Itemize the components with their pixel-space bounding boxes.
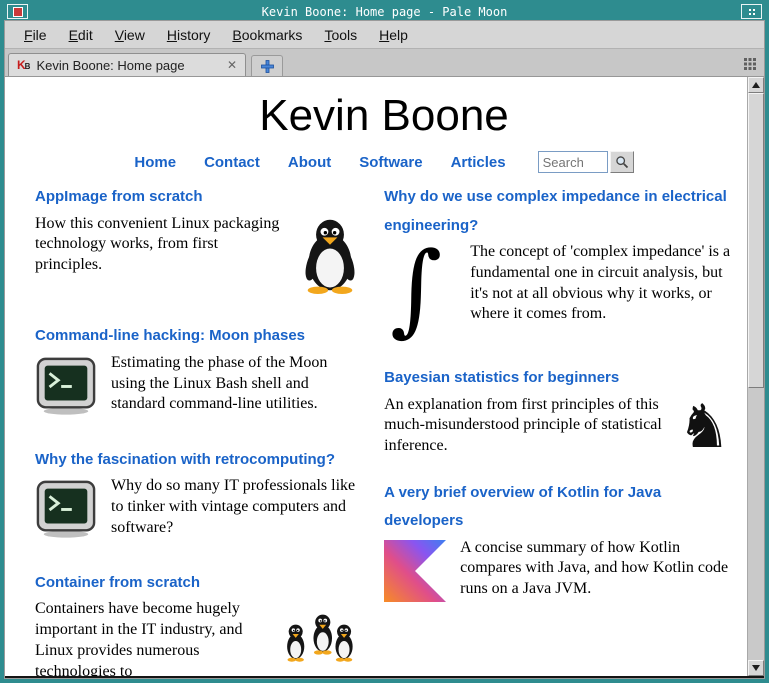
article-appimage: AppImage from scratch bbox=[35, 183, 364, 304]
title-bar: Kevin Boone: Home page - Pale Moon bbox=[4, 3, 765, 20]
plus-icon bbox=[261, 60, 274, 73]
kb-favicon-icon: KB bbox=[17, 59, 30, 71]
article-container: Container from scratch bbox=[35, 569, 364, 676]
menu-bookmarks[interactable]: Bookmarks bbox=[221, 23, 313, 47]
window-bottom-edge bbox=[5, 676, 764, 678]
article-retrocomputing: Why the fascination with retrocomputing? bbox=[35, 446, 364, 551]
left-column: AppImage from scratch bbox=[35, 183, 364, 676]
tab-grid-icon bbox=[744, 58, 756, 70]
search-input[interactable] bbox=[538, 151, 608, 173]
penguin-group-image bbox=[284, 601, 362, 674]
browser-window: Kevin Boone: Home page - Pale Moon File … bbox=[0, 0, 769, 683]
article-kotlin: A very brief overview of Kotlin for Java… bbox=[384, 479, 733, 613]
menu-bar: File Edit View History Bookmarks Tools H… bbox=[5, 21, 764, 48]
kotlin-logo-image bbox=[384, 540, 446, 609]
article-title-link[interactable]: AppImage from scratch bbox=[35, 183, 364, 212]
article-bayesian: Bayesian statistics for beginners ♞ An e… bbox=[384, 364, 733, 461]
window-title: Kevin Boone: Home page - Pale Moon bbox=[28, 5, 741, 19]
new-tab-button[interactable] bbox=[251, 55, 283, 76]
menu-file[interactable]: File bbox=[13, 23, 58, 47]
all-tabs-button[interactable] bbox=[744, 57, 756, 75]
site-nav: Home Contact About Software Articles bbox=[35, 151, 733, 173]
article-complex-impedance: Why do we use complex impedance in elect… bbox=[384, 183, 733, 346]
maximize-icon bbox=[749, 9, 751, 11]
nav-articles[interactable]: Articles bbox=[451, 154, 506, 171]
search-button[interactable] bbox=[610, 151, 634, 173]
menu-tools[interactable]: Tools bbox=[313, 23, 368, 47]
terminal-icon bbox=[35, 355, 97, 424]
article-title-link[interactable]: Container from scratch bbox=[35, 569, 364, 598]
search-group bbox=[538, 151, 634, 173]
racehorse-image: ♞ bbox=[677, 397, 731, 457]
integral-sign-image: ∫ bbox=[384, 244, 456, 342]
page-content: Kevin Boone Home Contact About Software … bbox=[5, 77, 747, 676]
nav-software[interactable]: Software bbox=[359, 154, 422, 171]
magnifier-icon bbox=[615, 155, 629, 169]
right-column: Why do we use complex impedance in elect… bbox=[384, 183, 733, 676]
arrow-down-icon bbox=[752, 665, 760, 671]
scrollbar-track[interactable] bbox=[748, 388, 764, 660]
article-title-link[interactable]: Why do we use complex impedance in elect… bbox=[384, 183, 733, 240]
nav-about[interactable]: About bbox=[288, 154, 331, 171]
client-area: File Edit View History Bookmarks Tools H… bbox=[4, 20, 765, 679]
page-title: Kevin Boone bbox=[35, 91, 733, 141]
content-row: Kevin Boone Home Contact About Software … bbox=[5, 77, 764, 676]
vertical-scrollbar[interactable] bbox=[747, 77, 764, 676]
article-columns: AppImage from scratch bbox=[35, 183, 733, 676]
nav-contact[interactable]: Contact bbox=[204, 154, 260, 171]
menu-help[interactable]: Help bbox=[368, 23, 419, 47]
terminal-icon bbox=[35, 478, 97, 547]
article-title-link[interactable]: Command-line hacking: Moon phases bbox=[35, 322, 364, 351]
scroll-up-button[interactable] bbox=[748, 77, 764, 93]
article-title-link[interactable]: Bayesian statistics for beginners bbox=[384, 364, 733, 393]
tab-close-icon[interactable]: ✕ bbox=[227, 58, 237, 72]
menu-view[interactable]: View bbox=[104, 23, 156, 47]
arrow-up-icon bbox=[752, 82, 760, 88]
menu-edit[interactable]: Edit bbox=[58, 23, 104, 47]
maximize-button[interactable] bbox=[741, 4, 762, 19]
tab-home-page[interactable]: KB Kevin Boone: Home page ✕ bbox=[8, 53, 246, 76]
article-moon-phases: Command-line hacking: Moon phases bbox=[35, 322, 364, 427]
tab-label: Kevin Boone: Home page bbox=[36, 58, 220, 73]
scrollbar-thumb[interactable] bbox=[748, 93, 764, 388]
menu-history[interactable]: History bbox=[156, 23, 222, 47]
tux-penguin-image bbox=[298, 216, 362, 301]
article-title-link[interactable]: Why the fascination with retrocomputing? bbox=[35, 446, 364, 475]
article-title-link[interactable]: A very brief overview of Kotlin for Java… bbox=[384, 479, 733, 536]
window-icon bbox=[13, 7, 23, 17]
window-menu-button[interactable] bbox=[7, 4, 28, 19]
tab-bar: KB Kevin Boone: Home page ✕ bbox=[5, 48, 764, 77]
scroll-down-button[interactable] bbox=[748, 660, 764, 676]
nav-home[interactable]: Home bbox=[134, 154, 176, 171]
